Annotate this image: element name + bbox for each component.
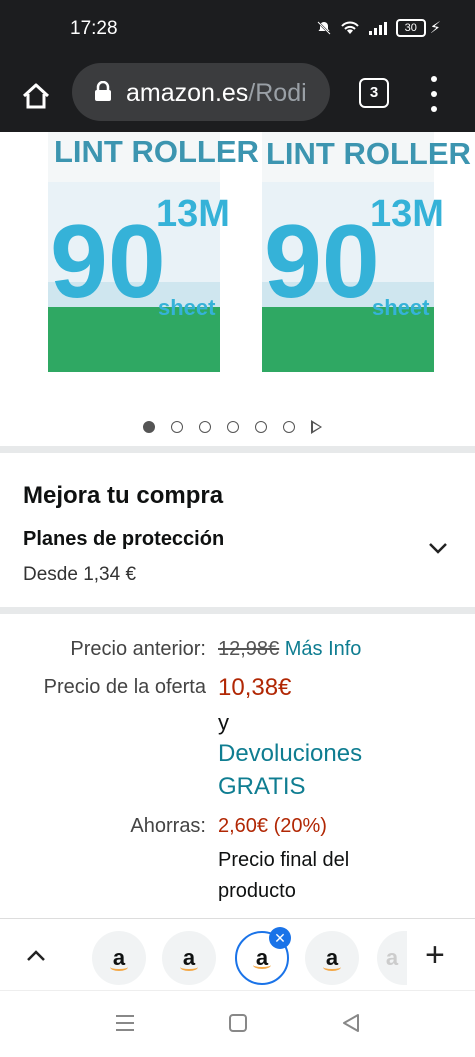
savings-label: Ahorras: — [130, 815, 206, 837]
back-icon[interactable] — [341, 1013, 361, 1033]
roll-length: 13M — [370, 193, 444, 235]
tab-amazon-partial[interactable]: a — [377, 931, 407, 985]
product-image: LINT ROLLER 90 13M sheet LINT ROLLER 90 … — [48, 132, 471, 372]
url-text: amazon.es/Rodi — [126, 79, 322, 108]
carousel-dot[interactable] — [199, 421, 211, 433]
video-play-icon[interactable] — [311, 420, 322, 434]
old-price-row: 12,98€ Más Info — [218, 638, 361, 661]
deal-price-label: Precio de la oferta — [43, 676, 206, 698]
final-price-note-line2: producto — [218, 880, 296, 902]
amazon-smile-icon — [110, 963, 128, 971]
product-image-gallery[interactable]: LINT ROLLER 90 13M sheet LINT ROLLER 90 … — [0, 132, 475, 452]
recent-apps-icon[interactable] — [114, 1013, 136, 1033]
free-returns-link-line2[interactable]: GRATIS — [218, 773, 306, 801]
carousel-dot[interactable] — [255, 421, 267, 433]
sheet-unit: sheet — [372, 295, 430, 320]
amazon-smile-icon — [180, 963, 198, 971]
menu-dot — [431, 76, 437, 82]
browser-toolbar: amazon.es/Rodi 3 — [0, 58, 475, 132]
status-bar: 17:28 30 ⚡ — [0, 0, 475, 58]
amazon-smile-icon — [323, 963, 341, 971]
battery-icon: 30 — [395, 19, 426, 37]
mute-bell-icon — [317, 21, 331, 35]
tab-strip: a a a ✕ a a + — [0, 918, 475, 991]
tab-amazon[interactable]: a — [162, 931, 216, 985]
lint-roller-label: LINT ROLLER — [54, 134, 259, 169]
final-price-note-line1: Precio final del — [218, 849, 350, 871]
chevron-up-icon[interactable] — [25, 945, 47, 967]
section-divider — [0, 607, 475, 614]
lint-roller-right: LINT ROLLER 90 13M sheet — [262, 132, 471, 372]
home-icon — [22, 83, 50, 109]
sheet-count: 90 — [264, 204, 380, 320]
amazon-smile-icon — [253, 961, 271, 969]
protection-plan-price: Desde 1,34 € — [23, 564, 137, 585]
tab-switcher-button[interactable]: 3 — [359, 78, 389, 108]
lint-roller-label: LINT ROLLER — [266, 136, 471, 171]
more-info-link[interactable]: Más Info — [285, 638, 362, 660]
lock-icon — [95, 81, 111, 101]
chevron-down-icon[interactable] — [428, 538, 448, 558]
url-path: /Rodi — [248, 79, 307, 107]
menu-dot — [431, 106, 437, 112]
protection-plan-title[interactable]: Planes de protección — [23, 528, 224, 551]
charging-icon: ⚡ — [429, 20, 441, 37]
roll-length: 13M — [156, 193, 230, 235]
new-tab-button[interactable]: + — [425, 936, 445, 975]
sheet-count: 90 — [50, 204, 166, 320]
status-icons: 30 ⚡ — [316, 18, 441, 38]
wifi-icon — [341, 21, 359, 34]
amazon-logo-icon: a — [385, 945, 399, 970]
home-nav-icon[interactable] — [228, 1013, 248, 1033]
section-title: Mejora tu compra — [23, 482, 224, 509]
image-carousel-indicator — [143, 420, 322, 434]
home-button[interactable] — [16, 76, 56, 116]
url-domain: amazon.es — [126, 79, 249, 107]
old-price-label: Precio anterior: — [70, 638, 206, 660]
lint-roller-left: LINT ROLLER 90 13M sheet — [48, 132, 259, 372]
browser-menu-button[interactable] — [424, 76, 444, 112]
sheet-unit: sheet — [158, 295, 216, 320]
carousel-dot[interactable] — [283, 421, 295, 433]
carousel-dot[interactable] — [227, 421, 239, 433]
old-price: 12,98€ — [218, 638, 280, 660]
system-navigation-bar — [0, 990, 475, 1057]
carousel-dot[interactable] — [171, 421, 183, 433]
and-text: y — [218, 710, 229, 735]
tab-amazon-active[interactable]: a ✕ — [235, 927, 291, 985]
savings-value: 2,60€ (20%) — [218, 815, 327, 837]
free-returns-link-line1[interactable]: Devoluciones — [218, 740, 362, 768]
tab-amazon[interactable]: a — [92, 931, 146, 985]
section-divider — [0, 446, 475, 453]
close-tab-icon[interactable]: ✕ — [269, 927, 291, 949]
signal-icon — [368, 22, 387, 35]
clock: 17:28 — [70, 18, 118, 39]
menu-dot — [431, 91, 437, 97]
tab-amazon[interactable]: a — [305, 931, 359, 985]
carousel-dot-active[interactable] — [143, 421, 155, 433]
url-bar[interactable]: amazon.es/Rodi — [72, 63, 330, 121]
deal-price: 10,38€ — [218, 674, 292, 701]
